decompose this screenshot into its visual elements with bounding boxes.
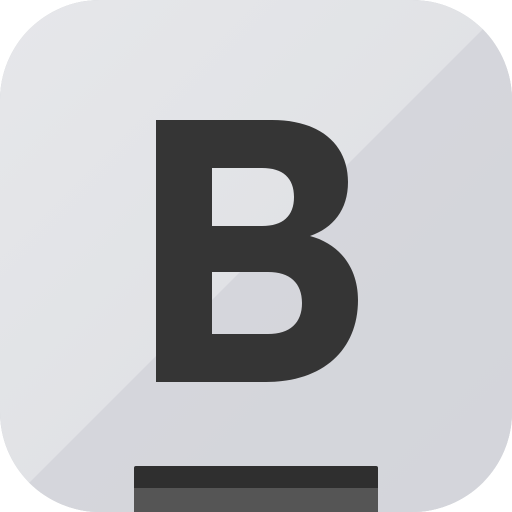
app-icon-canvas [0,0,512,512]
letter-b-icon [156,120,358,382]
bottom-bar-top [134,466,378,488]
bottom-bar [134,466,378,512]
bottom-bar-base [134,488,378,512]
app-icon-tile[interactable] [0,0,512,512]
